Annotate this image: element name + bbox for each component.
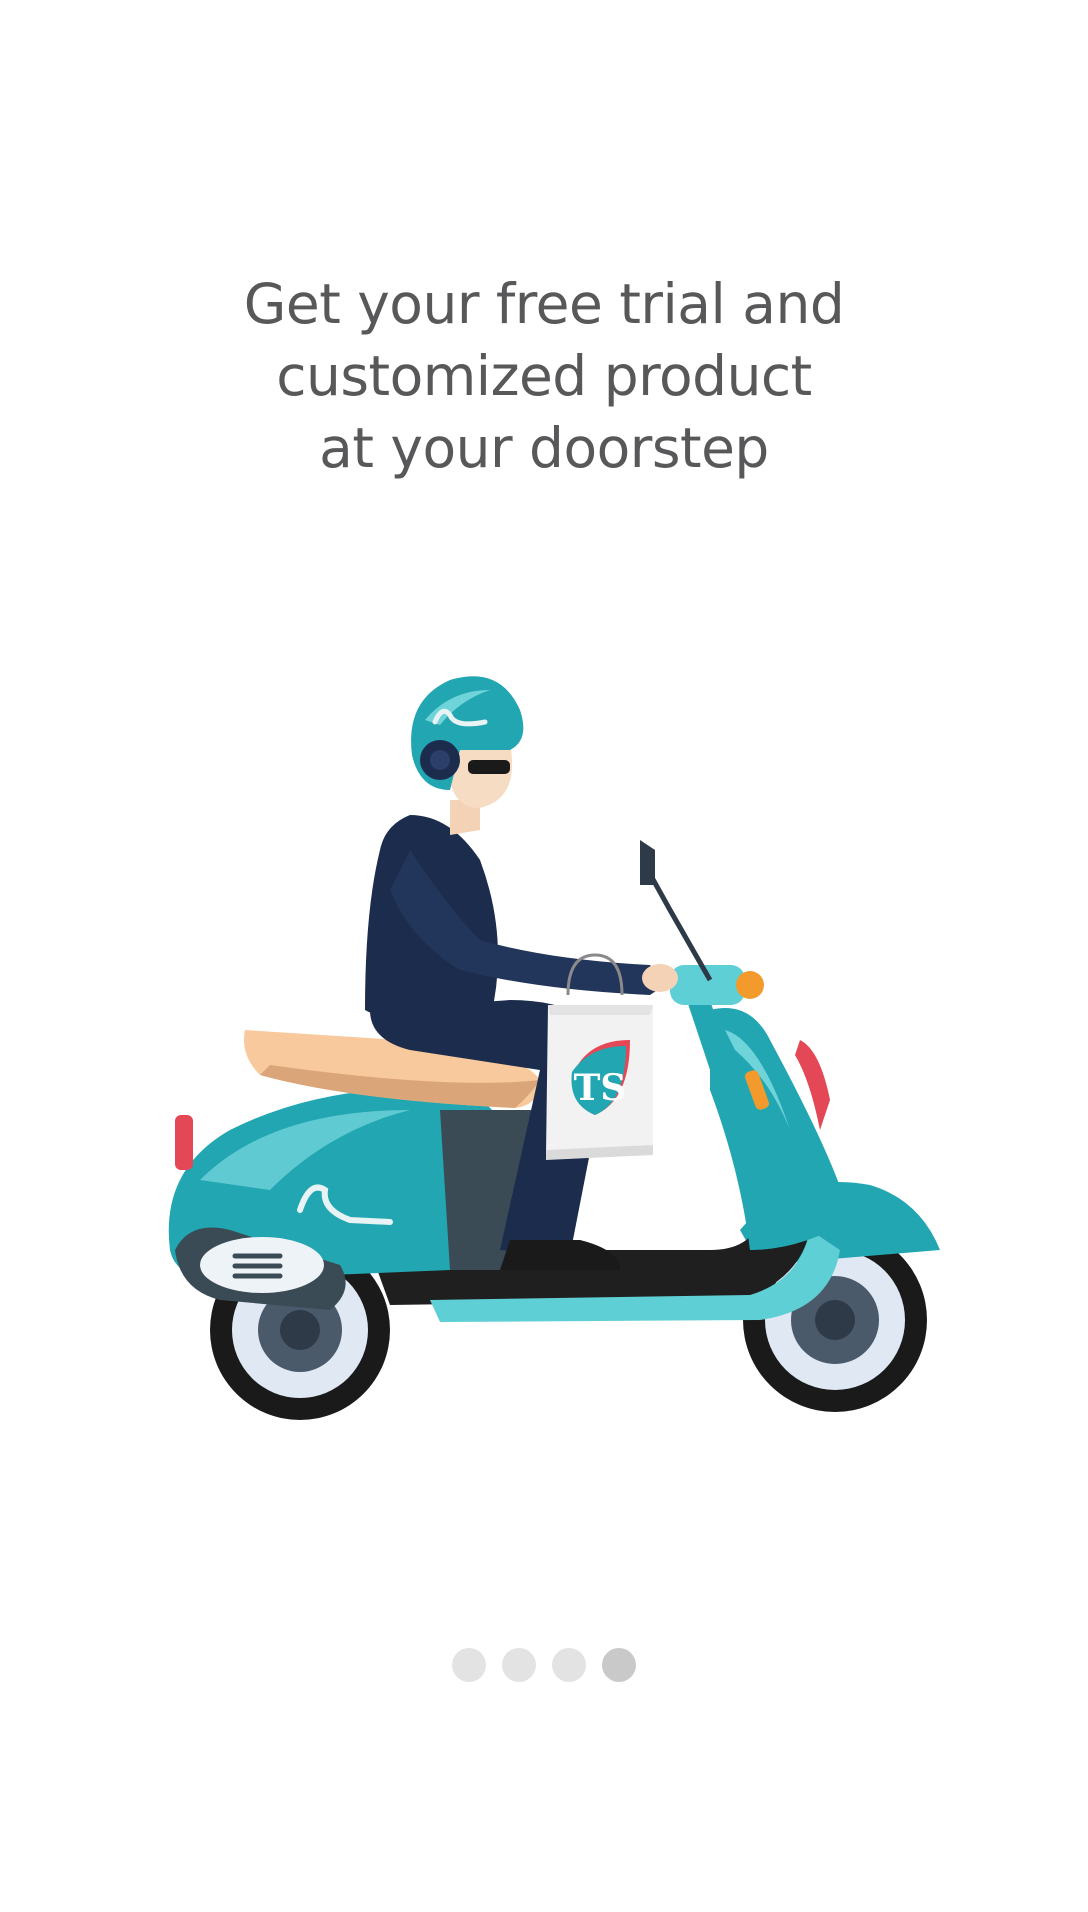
page-dot-3[interactable]	[552, 1648, 586, 1682]
page-dot-1[interactable]	[452, 1648, 486, 1682]
headlight	[736, 971, 764, 999]
headline-line-2: customized product	[276, 344, 812, 408]
tail-light	[175, 1115, 193, 1170]
page-dot-2[interactable]	[502, 1648, 536, 1682]
page-dot-4-active[interactable]	[602, 1648, 636, 1682]
rider-sunglasses	[468, 760, 510, 774]
rider-hand	[642, 964, 678, 992]
bag-logo-text: TS	[574, 1067, 627, 1109]
headline-line-3: at your doorstep	[319, 416, 769, 480]
headline-line-1: Get your free trial and	[243, 272, 845, 336]
mirror	[640, 840, 655, 885]
onboarding-screen: Get your free trial and customized produ…	[0, 0, 1088, 1912]
onboarding-headline: Get your free trial and customized produ…	[0, 268, 1088, 484]
leg-shield	[710, 1008, 850, 1250]
rider-shoe	[500, 1240, 620, 1270]
delivery-scooter-illustration: TS	[168, 676, 940, 1420]
page-indicator	[0, 1648, 1088, 1688]
